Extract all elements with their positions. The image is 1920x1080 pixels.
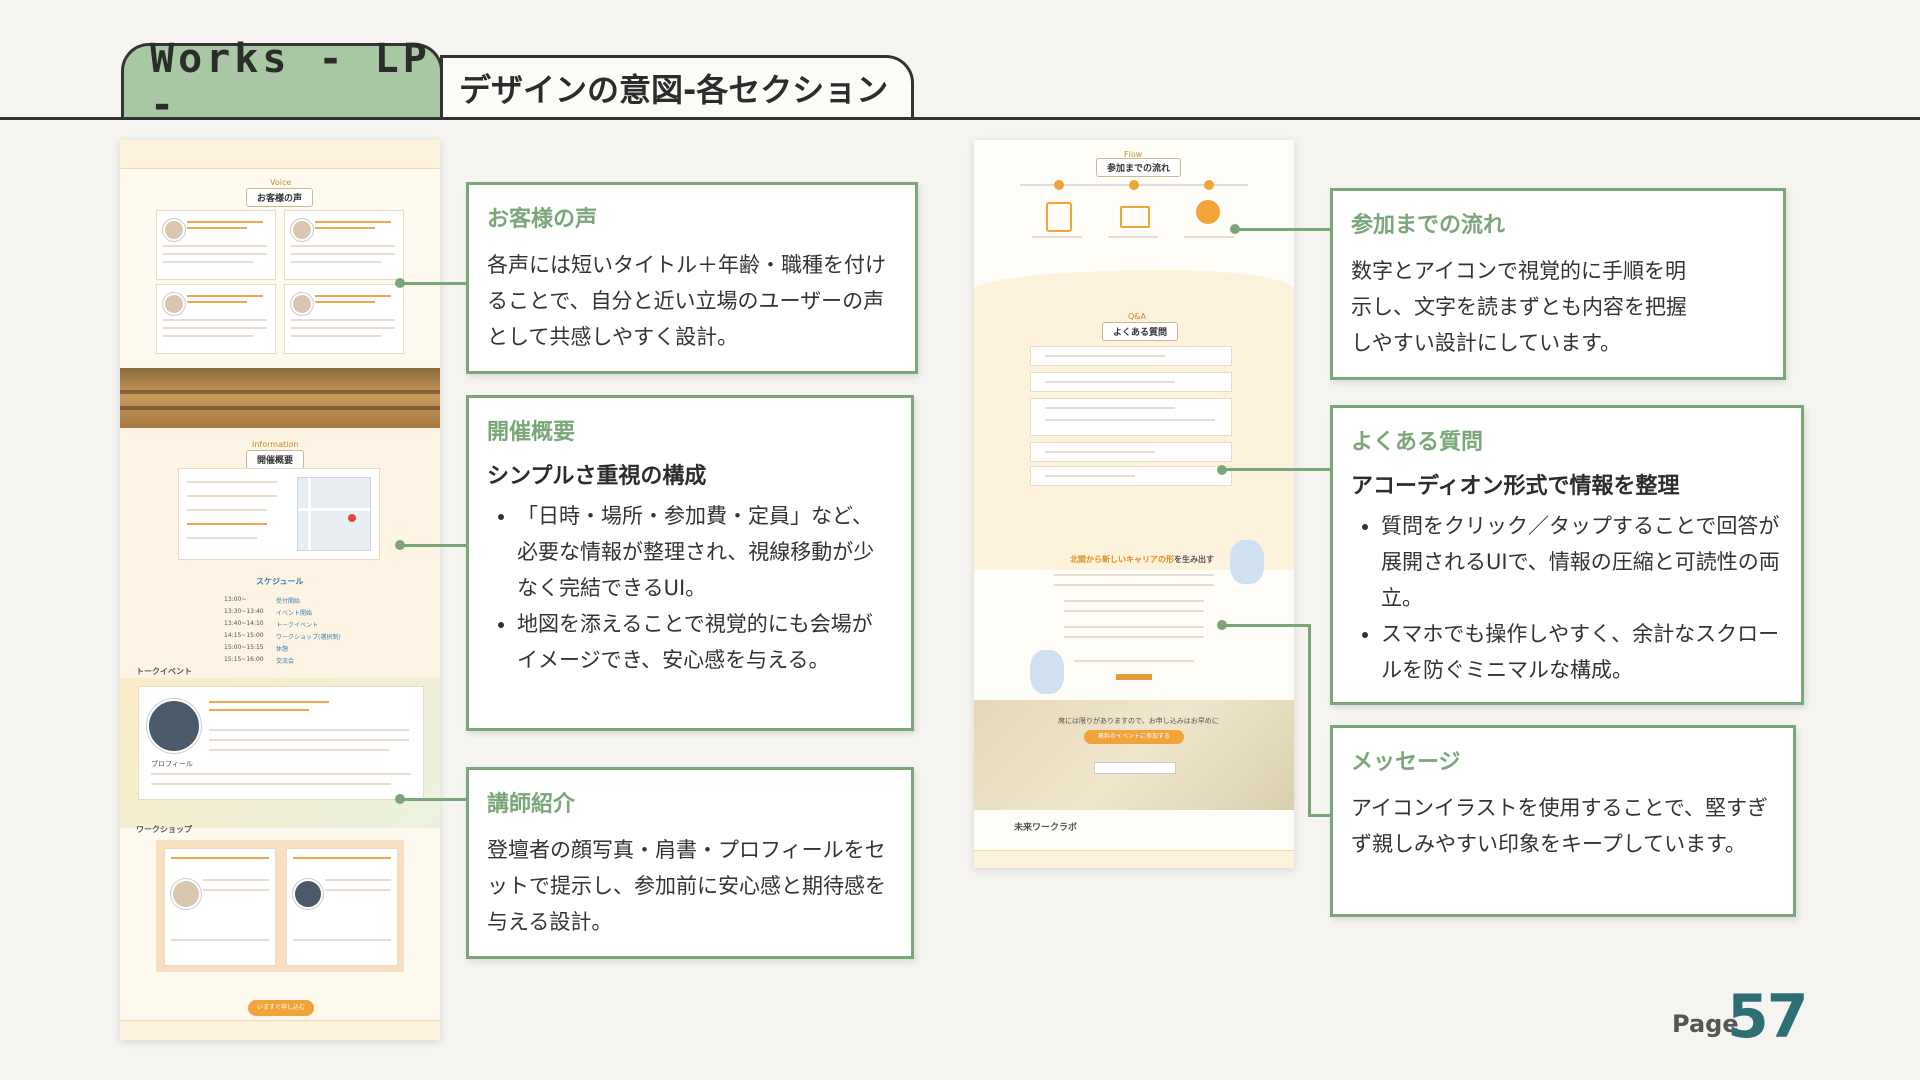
lp-mockup-right: Flow 参加までの流れ Q&A よくある質問 北関から新しいキャリアの形を生み… [974, 140, 1294, 868]
bottom-skyline-strip-right [974, 850, 1294, 868]
schedule-item: イベント開始 [276, 610, 313, 617]
callout-faq-title: よくある質問 [1351, 430, 1484, 455]
connector-line [1308, 624, 1311, 816]
payment-card-icon [1120, 206, 1150, 228]
schedule-item: 交流会 [276, 658, 295, 665]
voices-heading: お客様の声 [246, 188, 314, 207]
section-tab-works: Works - LP - [121, 36, 443, 128]
schedule-item: 休憩 [276, 646, 289, 653]
schedule-item: ワークショップ(選択制) [276, 634, 341, 641]
people-icon [1196, 200, 1220, 224]
message-headline: 北関から新しいキャリアの形を生み出す [1070, 555, 1214, 564]
callout-faq-lead: アコーディオン形式で情報を整理 [1351, 474, 1680, 499]
header-divider [0, 117, 1920, 120]
connector-line [400, 282, 466, 285]
join-event-button[interactable]: 無料のイベントに参加する [1084, 730, 1184, 744]
summary-label: Information [252, 440, 299, 449]
callout-message-title: メッセージ [1351, 750, 1461, 775]
schedule-item: 受付開始 [276, 598, 301, 605]
callout-speaker-title: 講師紹介 [487, 792, 576, 817]
faq-item-expanded[interactable] [1030, 398, 1232, 436]
connector-line [1308, 814, 1330, 817]
voice-card-4 [284, 284, 404, 354]
callout-flow-title: 参加までの流れ [1351, 213, 1506, 238]
workshop-card-2 [286, 848, 398, 966]
callout-summary-bullet: 「日時・場所・参加費・定員」など、必要な情報が整理され、視線移動が少なく完結でき… [517, 498, 893, 606]
apply-now-button[interactable]: いますぐ申し込む [248, 1000, 314, 1016]
map-thumbnail [297, 477, 371, 551]
workshop-card-1 [164, 848, 276, 966]
bottom-skyline-strip [120, 1020, 440, 1040]
flow-step-2-marker [1129, 180, 1139, 190]
summary-heading: 開催概要 [246, 450, 305, 469]
talk-heading: トークイベント [136, 667, 192, 676]
callout-voices-body: 各声には短いタイトル＋年齢・職種を付けることで、自分と近い立場のユーザーの声とし… [487, 253, 886, 349]
callout-faq-bullet: スマホでも操作しやすく、余計なスクロールを防ぐミニマルな構成。 [1381, 616, 1783, 688]
schedule-time: 13:30~13:40 [224, 608, 264, 615]
schedule-time: 13:00~ [224, 596, 247, 603]
callout-speaker: 講師紹介 登壇者の顔写真・肩書・プロフィールをセットで提示し、参加前に安心感と期… [466, 767, 914, 959]
skyline-strip [120, 140, 440, 169]
faq-item[interactable] [1030, 346, 1232, 366]
voice-card-1 [156, 210, 276, 280]
schedule-time: 15:15~16:00 [224, 656, 264, 663]
section-subtitle-tab: デザインの意図-各セクション [440, 55, 914, 117]
connector-line [400, 798, 466, 801]
callout-faq: よくある質問 アコーディオン形式で情報を整理 質問をクリック／タップすることで回… [1330, 405, 1804, 705]
schedule-heading: スケジュール [256, 577, 304, 586]
lp-footer-logo: 未来ワークラボ [1014, 823, 1078, 833]
faq-item[interactable] [1030, 442, 1232, 462]
flow-step-1-marker [1054, 180, 1064, 190]
callout-faq-bullet: 質問をクリック／タップすることで回答が展開されるUIで、情報の圧縮と可読性の両立… [1381, 508, 1783, 616]
flow-step-3-marker [1204, 180, 1214, 190]
connector-line [400, 544, 466, 547]
profile-label: プロフィール [151, 760, 193, 768]
faq-item[interactable] [1030, 372, 1232, 392]
faq-item[interactable] [1030, 466, 1232, 486]
page-number: 57 [1727, 982, 1808, 1052]
callout-flow-body: 数字とアイコンで視覚的に手順を明示し、文字を読まずとも内容を把握しやすい設計にし… [1351, 259, 1687, 355]
schedule-time: 13:40~14:10 [224, 620, 264, 627]
faq-heading: よくある質問 [1102, 322, 1179, 341]
workshop-heading: ワークショップ [136, 825, 192, 834]
schedule-time: 15:00~15:15 [224, 644, 264, 651]
faq-label: Q&A [1128, 312, 1147, 321]
schedule-time: 14:15~15:00 [224, 632, 264, 639]
callout-speaker-body: 登壇者の顔写真・肩書・プロフィールをセットで提示し、参加前に安心感と期待感を与え… [487, 838, 886, 934]
lp-mockup-left: Voice お客様の声 Information 開催概要 スケジュール トークイ… [120, 140, 440, 1040]
connector-line [1222, 624, 1310, 627]
schedule-item: トークイベント [276, 622, 319, 629]
illustration-person-icon-2 [1030, 650, 1064, 694]
voice-card-2 [284, 210, 404, 280]
callout-voices-title: お客様の声 [487, 207, 598, 232]
callout-summary-lead: シンプルさ重視の構成 [487, 464, 707, 489]
mini-logo [1116, 674, 1152, 680]
callout-summary-title: 開催概要 [487, 420, 576, 445]
callout-voices: お客様の声 各声には短いタイトル＋年齢・職種を付けることで、自分と近い立場のユー… [466, 182, 918, 374]
callout-message: メッセージ アイコンイラストを使用することで、堅すぎず親しみやすい印象をキープし… [1330, 725, 1796, 917]
flow-heading: 参加までの流れ [1096, 158, 1182, 177]
connector-line [1236, 228, 1330, 231]
speaker-card: プロフィール [138, 686, 424, 800]
connector-line [1222, 468, 1330, 471]
callout-flow: 参加までの流れ 数字とアイコンで視覚的に手順を明示し、文字を読まずとも内容を把握… [1330, 188, 1786, 380]
cta-info-box [1094, 762, 1176, 774]
callout-summary: 開催概要 シンプルさ重視の構成 「日時・場所・参加費・定員」など、必要な情報が整… [466, 395, 914, 731]
voices-label: Voice [270, 178, 292, 187]
callout-message-body: アイコンイラストを使用することで、堅すぎず親しみやすい印象をキープしています。 [1351, 796, 1769, 856]
voice-card-3 [156, 284, 276, 354]
illustration-person-icon [1230, 540, 1264, 584]
callout-summary-bullet: 地図を添えることで視覚的にも会場がイメージでき、安心感を与える。 [517, 606, 893, 678]
cta-note: 席には限りがありますので、お申し込みはお早めに [1058, 717, 1219, 725]
classroom-photo [120, 368, 440, 428]
summary-card [178, 468, 380, 560]
smartphone-icon [1046, 202, 1072, 232]
